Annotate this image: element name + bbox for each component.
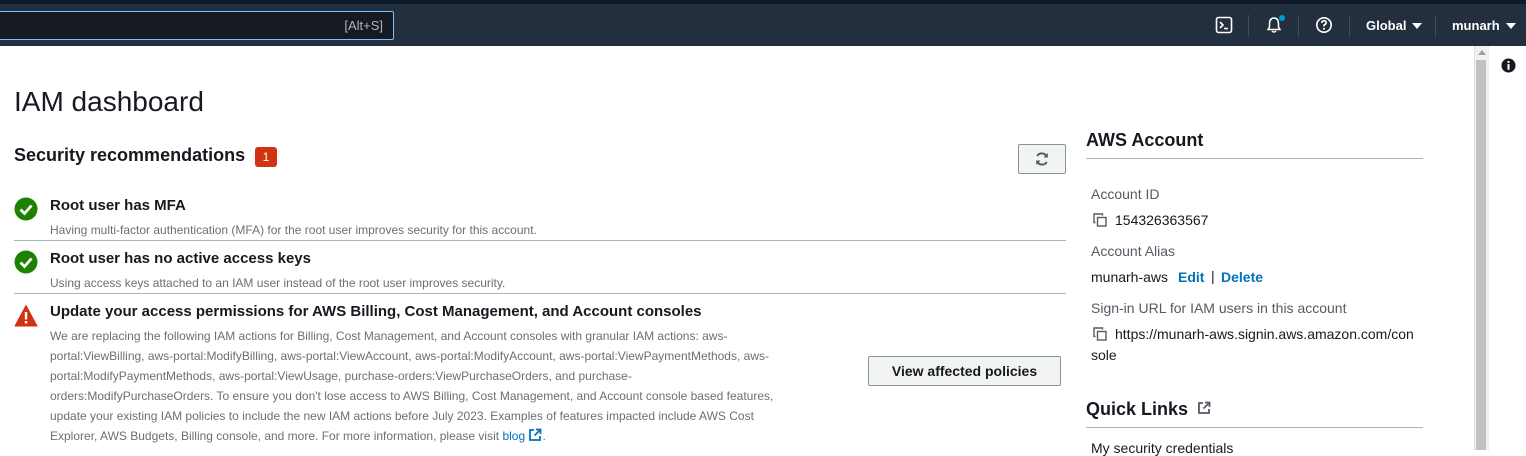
copy-icon[interactable] xyxy=(1093,213,1107,227)
description-line: portal:ViewBilling, aws-portal:ModifyBil… xyxy=(50,349,769,363)
account-id-label: Account ID xyxy=(1091,186,1160,202)
security-recommendations-title: Security recommendations xyxy=(14,145,246,165)
region-label: Global xyxy=(1366,18,1407,33)
recommendation-title: Root user has no active access keys xyxy=(50,250,311,267)
recommendation-item: Root user has MFA Having multi-factor au… xyxy=(14,197,1066,237)
recommendation-item: Root user has no active access keys Usin… xyxy=(14,250,1066,290)
account-alias-value: munarh-aws xyxy=(1091,269,1169,285)
chevron-down-icon xyxy=(1412,23,1423,29)
nav-separator xyxy=(1298,15,1299,37)
view-affected-policies-button[interactable]: View affected policies xyxy=(868,356,1061,386)
quick-links-title: Quick Links xyxy=(1086,399,1211,420)
side-rail xyxy=(1488,46,1526,450)
recommendation-title: Root user has MFA xyxy=(50,197,186,214)
nav-separator xyxy=(1349,15,1350,37)
recommendation-description: Using access keys attached to an IAM use… xyxy=(50,276,506,290)
chevron-down-icon xyxy=(1505,23,1516,29)
description-line-last: Explorer, AWS Budgets, Billing console, … xyxy=(50,426,790,446)
warning-icon xyxy=(14,305,38,327)
signin-url-value-cont: sole xyxy=(1091,347,1117,363)
description-line: Explorer, AWS Budgets, Billing console, … xyxy=(50,429,503,443)
edit-alias-link[interactable]: Edit xyxy=(1178,269,1204,285)
divider xyxy=(1086,158,1423,159)
link-separator: | xyxy=(1211,268,1215,284)
divider xyxy=(14,240,1066,241)
delete-alias-link[interactable]: Delete xyxy=(1221,269,1263,285)
signin-url-label: Sign-in URL for IAM users in this accoun… xyxy=(1091,300,1347,316)
check-circle-icon xyxy=(14,197,38,221)
blog-link-label: blog xyxy=(502,429,526,443)
aws-account-title: AWS Account xyxy=(1086,130,1204,150)
copy-icon[interactable] xyxy=(1093,327,1107,341)
account-alias-label: Account Alias xyxy=(1091,243,1176,259)
description-line: We are replacing the following IAM actio… xyxy=(50,329,728,343)
refresh-button[interactable] xyxy=(1018,144,1066,174)
page-title: IAM dashboard xyxy=(14,86,204,117)
recommendation-title: Update your access permissions for AWS B… xyxy=(50,303,702,320)
nav-separator xyxy=(1435,15,1436,37)
cloudshell-icon[interactable] xyxy=(1211,12,1237,38)
external-link-icon xyxy=(1198,401,1211,414)
description-line: orders:ModifyPurchaseOrders. To ensure y… xyxy=(50,389,774,403)
recommendation-description: We are replacing the following IAM actio… xyxy=(50,326,790,446)
divider xyxy=(14,293,1066,294)
help-icon[interactable] xyxy=(1311,12,1337,38)
external-link-icon xyxy=(529,428,542,441)
blog-link[interactable]: blog xyxy=(502,428,542,443)
user-label: munarh xyxy=(1452,18,1500,33)
quick-link-security-credentials[interactable]: My security credentials xyxy=(1091,440,1233,456)
quick-links-label: Quick Links xyxy=(1086,399,1189,419)
security-count-badge: 1 xyxy=(255,147,277,167)
account-id-value: 154326363567 xyxy=(1115,212,1209,228)
divider xyxy=(1086,427,1423,428)
scrollbar-thumb[interactable] xyxy=(1476,60,1486,450)
info-icon[interactable] xyxy=(1501,58,1516,73)
signin-url-value: https://munarh-aws.signin.aws.amazon.com… xyxy=(1115,326,1414,342)
description-end: . xyxy=(542,429,546,443)
refresh-icon xyxy=(1036,152,1048,166)
nav-separator xyxy=(1248,15,1249,37)
top-navigation: [Alt+S] Global munarh xyxy=(0,0,1526,46)
description-line: update your existing IAM policies to inc… xyxy=(50,409,754,423)
notification-dot xyxy=(1279,15,1285,21)
account-menu[interactable]: munarh xyxy=(1452,18,1516,33)
scroll-up-icon[interactable] xyxy=(1478,50,1486,55)
check-circle-icon xyxy=(14,250,38,274)
search-input[interactable]: [Alt+S] xyxy=(0,11,394,40)
recommendation-description: Having multi-factor authentication (MFA)… xyxy=(50,223,537,237)
region-selector[interactable]: Global xyxy=(1366,18,1423,33)
bell-icon[interactable] xyxy=(1261,12,1287,38)
search-shortcut-hint: [Alt+S] xyxy=(344,18,383,33)
description-line: portal:ModifyPaymentMethods, aws-portal:… xyxy=(50,369,632,383)
